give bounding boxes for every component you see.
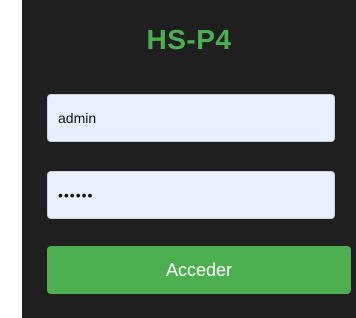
password-input[interactable]	[47, 171, 335, 219]
login-panel: HS-P4 Acceder	[22, 0, 356, 318]
username-input[interactable]	[47, 94, 335, 142]
login-button[interactable]: Acceder	[47, 246, 351, 294]
page-title: HS-P4	[146, 24, 232, 55]
